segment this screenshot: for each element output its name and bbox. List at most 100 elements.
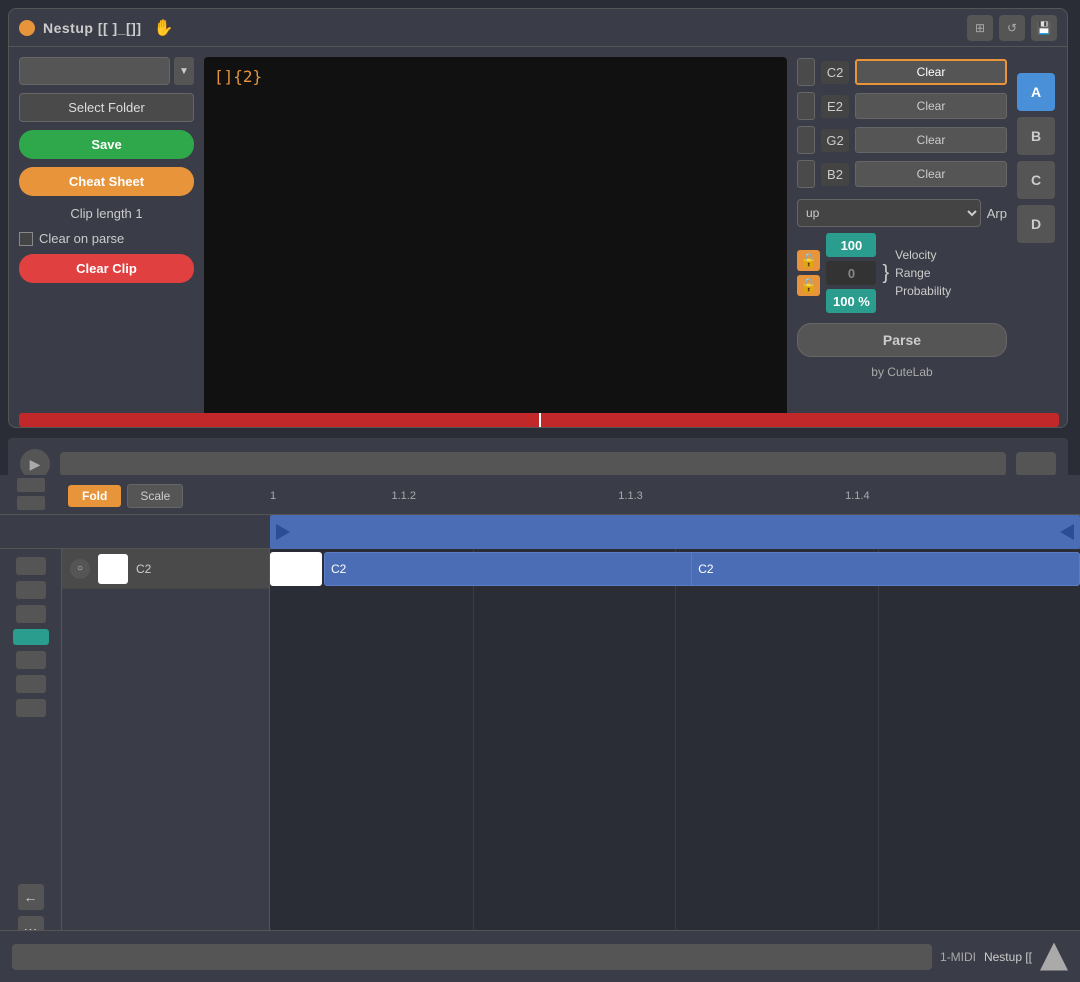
piano-roll: Fold Scale 1 1.1.2 1.1.3 1.1.4	[0, 475, 1080, 982]
letter-d-btn[interactable]: D	[1017, 205, 1055, 243]
note-c2-second-label: C2	[698, 562, 713, 576]
pitch-key-btn-g2[interactable]	[797, 126, 815, 154]
overview-bar	[0, 515, 1080, 549]
lock-col: 🔒 🔒	[797, 250, 820, 296]
record-btn[interactable]: ⊞	[967, 15, 993, 41]
arp-select[interactable]: up	[797, 199, 981, 227]
title-bar-right: ⊞ ↺ 💾	[967, 15, 1057, 41]
letter-c-btn[interactable]: C	[1017, 161, 1055, 199]
note-white-block[interactable]	[270, 552, 322, 586]
velocity-mid-input[interactable]	[826, 261, 876, 285]
grid-area[interactable]: C2 C2 1/1k ↖	[270, 549, 1080, 982]
title-bar: Nestup [[ ]_[]] ✋ ⊞ ↺ 💾	[9, 9, 1067, 47]
velocity-bot-input[interactable]	[826, 289, 876, 313]
refresh-btn[interactable]: ↺	[999, 15, 1025, 41]
arp-label: Arp	[987, 206, 1007, 221]
clear-clip-button[interactable]: Clear Clip	[19, 254, 194, 283]
note-c2-first[interactable]: C2	[324, 552, 697, 586]
cheat-sheet-button[interactable]: Cheat Sheet	[19, 167, 194, 196]
save-button[interactable]: Save	[19, 130, 194, 159]
select-folder-button[interactable]: Select Folder	[19, 93, 194, 122]
clip-length-label: Clip length 1	[19, 204, 194, 223]
control-bar-1[interactable]	[17, 478, 45, 492]
pitch-key-btn-b2[interactable]	[797, 160, 815, 188]
vel-labels: Velocity Range Probability	[895, 248, 951, 298]
pitch-clear-btn-g2[interactable]: Clear	[855, 127, 1007, 153]
plugin-window: Nestup [[ ]_[]] ✋ ⊞ ↺ 💾 ▼ Select Folder …	[8, 8, 1068, 428]
cutelab-label: by CuteLab	[797, 365, 1007, 379]
pitch-note-g2: G2	[821, 129, 849, 152]
clear-on-parse-row: Clear on parse	[19, 231, 194, 246]
scale-button[interactable]: Scale	[127, 484, 183, 508]
folder-dropdown[interactable]	[19, 57, 170, 85]
dropdown-row: ▼	[19, 57, 194, 85]
pitch-clear-btn-b2[interactable]: Clear	[855, 161, 1007, 187]
pitch-key-btn-c2[interactable]	[797, 58, 815, 86]
letter-b-btn[interactable]: B	[1017, 117, 1055, 155]
pitch-row-g2: G2 Clear	[797, 125, 1007, 155]
timeline-markers: 1 1.1.2 1.1.3 1.1.4	[270, 490, 1080, 514]
pitch-clear-btn-c2[interactable]: Clear	[855, 59, 1007, 85]
sb-bar-1[interactable]	[16, 557, 46, 575]
control-bar-2[interactable]	[17, 496, 45, 510]
window-title: Nestup [[ ]_[]]	[43, 20, 142, 36]
rewind-icon[interactable]: ←	[18, 884, 44, 910]
key-c2-label: C2	[136, 562, 151, 576]
code-editor[interactable]: []{2}	[204, 57, 787, 417]
grid-line-v2	[675, 549, 676, 982]
note-c2-second[interactable]: C2	[691, 552, 1080, 586]
progress-bar[interactable]	[19, 413, 1059, 427]
pitch-note-e2: E2	[821, 95, 849, 118]
midi-label: 1-MIDI	[940, 950, 976, 964]
transport-timeline[interactable]	[60, 452, 1006, 476]
plugin-body: ▼ Select Folder Save Cheat Sheet Clip le…	[9, 47, 1067, 427]
vel-label-velocity: Velocity	[895, 248, 951, 262]
bracket-icon: }	[882, 262, 889, 285]
progress-cursor	[539, 413, 541, 427]
keys-column: ○ C2	[62, 549, 270, 982]
save-title-btn[interactable]: 💾	[1031, 15, 1057, 41]
right-panel: C2 Clear E2 Clear G2 Clear	[797, 57, 1007, 417]
lock-top-icon[interactable]: 🔒	[797, 250, 820, 271]
letter-buttons: A B C D	[1017, 57, 1057, 417]
grid-line-v3	[878, 549, 879, 982]
parse-button[interactable]: Parse	[797, 323, 1007, 357]
pitch-clear-btn-e2[interactable]: Clear	[855, 93, 1007, 119]
sb-bar-3[interactable]	[16, 605, 46, 623]
teal-bar	[13, 629, 49, 645]
hand-icon: ✋	[154, 18, 174, 38]
sb-bar-2[interactable]	[16, 581, 46, 599]
left-controls	[0, 478, 62, 514]
lock-bottom-icon[interactable]: 🔒	[797, 275, 820, 296]
piano-roll-body: ← ⋯ ▼ ○ C2 C2 C2	[0, 549, 1080, 982]
key-c2-row[interactable]: ○ C2	[62, 549, 269, 589]
sb-bar-6[interactable]	[16, 699, 46, 717]
velocity-top-input[interactable]	[826, 233, 876, 257]
sb-bar-5[interactable]	[16, 675, 46, 693]
sb-bar-4[interactable]	[16, 651, 46, 669]
pitch-note-c2: C2	[821, 61, 849, 84]
vel-label-probability: Probability	[895, 284, 951, 298]
fold-scale-area: Fold Scale	[62, 484, 270, 514]
grid-line-v1	[473, 549, 474, 982]
clip-left-arrow	[276, 524, 290, 540]
left-sidebar: ← ⋯ ▼	[0, 549, 62, 982]
clip-overview-bar[interactable]	[270, 515, 1080, 549]
marker-1-1-4: 1.1.4	[845, 490, 1072, 508]
up-arrow-btn[interactable]	[1040, 943, 1068, 971]
letter-a-btn[interactable]: A	[1017, 73, 1055, 111]
code-content: []{2}	[214, 67, 262, 86]
left-panel: ▼ Select Folder Save Cheat Sheet Clip le…	[19, 57, 194, 417]
pitch-key-btn-e2[interactable]	[797, 92, 815, 120]
key-c2-icon[interactable]: ○	[70, 559, 90, 579]
clear-on-parse-label: Clear on parse	[39, 231, 124, 246]
pitch-note-b2: B2	[821, 163, 849, 186]
dropdown-arrow[interactable]: ▼	[174, 57, 194, 85]
clear-on-parse-checkbox[interactable]	[19, 232, 33, 246]
fold-button[interactable]: Fold	[68, 485, 121, 507]
marker-1: 1	[270, 490, 392, 508]
marker-1-1-3: 1.1.3	[618, 490, 845, 508]
bottom-timeline[interactable]	[12, 944, 932, 970]
transport-right	[1016, 452, 1056, 476]
piano-roll-header: Fold Scale 1 1.1.2 1.1.3 1.1.4	[0, 475, 1080, 515]
